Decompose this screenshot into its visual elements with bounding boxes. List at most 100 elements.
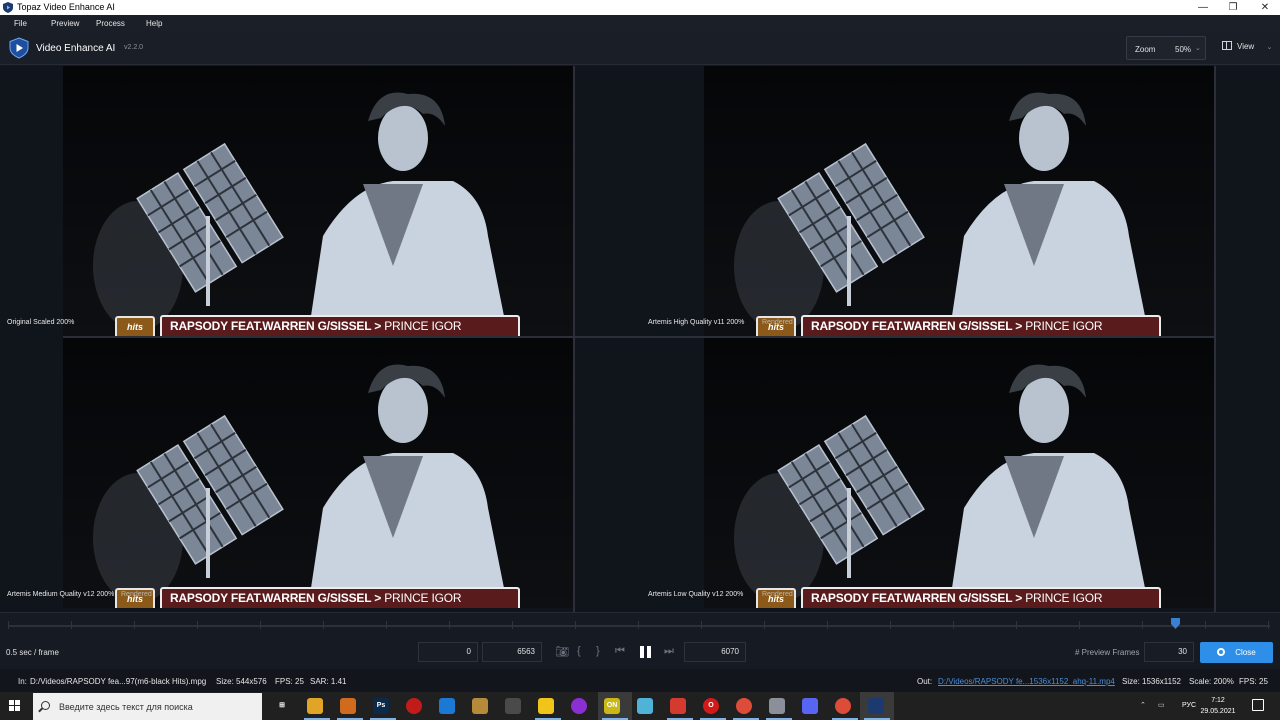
preview-panel[interactable]: hits RAPSODY FEAT.WARREN G/SISSEL > PRINC…: [63, 338, 573, 608]
step-back-icon[interactable]: ⏮︎: [615, 645, 625, 658]
panel-divider: [573, 66, 575, 612]
banner-song: PRINCE IGOR: [384, 319, 462, 333]
channel-badge: hits: [115, 316, 155, 336]
menu-file[interactable]: File: [14, 19, 27, 28]
windows-start-icon[interactable]: [9, 700, 21, 712]
task-view-icon[interactable]: ⊞: [274, 698, 290, 714]
zoom-select[interactable]: Zoom 50% ⌄: [1126, 36, 1206, 60]
panel-label: Artemis Low Quality v12 200%: [648, 591, 744, 598]
opera-icon[interactable]: O: [703, 698, 719, 714]
timeline[interactable]: [0, 612, 1280, 638]
menu-bar: File Preview Process Help: [0, 15, 1280, 31]
pause-button[interactable]: [640, 646, 651, 658]
panel-label: Original Scaled 200%: [7, 319, 75, 326]
rendered-tag: Rendered: [762, 319, 793, 326]
song-banner: RAPSODY FEAT.WARREN G/SISSEL > PRINCE IG…: [801, 587, 1161, 608]
timeline-tick: [1079, 621, 1080, 629]
timeline-tick: [764, 621, 765, 629]
video-frame: [704, 338, 1214, 608]
view-button[interactable]: View ⌄: [1222, 41, 1272, 51]
topaz-app-icon: [3, 2, 13, 13]
preview-area: hits RAPSODY FEAT.WARREN G/SISSEL > PRINC…: [0, 66, 1280, 612]
app-icon[interactable]: ON: [604, 698, 620, 714]
video-frame: [704, 66, 1214, 336]
timeline-tick: [260, 621, 261, 629]
network-icon[interactable]: ▭: [1158, 701, 1165, 709]
app-icon[interactable]: [637, 698, 653, 714]
tray-chevron-up-icon[interactable]: ⌃: [1140, 701, 1146, 709]
end-frame-field[interactable]: 6563: [482, 642, 542, 662]
language-indicator[interactable]: РУС: [1182, 702, 1196, 709]
preview-panel[interactable]: hits RAPSODY FEAT.WARREN G/SISSEL > PRINC…: [704, 338, 1214, 608]
menu-preview[interactable]: Preview: [51, 19, 79, 28]
app-icon[interactable]: [472, 698, 488, 714]
clock-time: 7:12: [1211, 697, 1225, 704]
recorder-icon[interactable]: [406, 698, 422, 714]
edge-icon[interactable]: [439, 698, 455, 714]
input-path: D:/Videos/RAPSODY fea...97(m6-black Hits…: [30, 677, 207, 686]
menu-help[interactable]: Help: [146, 19, 162, 28]
chrome-icon[interactable]: [736, 698, 752, 714]
app-name: Video Enhance AI: [36, 43, 116, 54]
media-player-icon[interactable]: [571, 698, 587, 714]
sticky-notes-icon[interactable]: [538, 698, 554, 714]
banner-artist: RAPSODY FEAT.WARREN G/SISSEL: [811, 319, 1016, 333]
search-placeholder: Введите здесь текст для поиска: [59, 702, 193, 712]
preview-frames-field[interactable]: 30: [1144, 642, 1194, 662]
calculator-icon[interactable]: [505, 698, 521, 714]
input-size: Size: 544x576: [216, 677, 267, 686]
banner-song: PRINCE IGOR: [1025, 591, 1103, 605]
song-banner: RAPSODY FEAT.WARREN G/SISSEL > PRINCE IG…: [160, 315, 520, 336]
preview-panel[interactable]: hits RAPSODY FEAT.WARREN G/SISSEL > PRINC…: [63, 66, 573, 336]
banner-song: PRINCE IGOR: [1025, 319, 1103, 333]
restore-button[interactable]: ❐: [1218, 0, 1248, 15]
banner-separator: >: [1015, 591, 1026, 605]
close-window-button[interactable]: ✕: [1250, 0, 1280, 15]
app-icon[interactable]: [769, 698, 785, 714]
topaz-taskbar-icon[interactable]: [868, 698, 884, 714]
step-forward-icon[interactable]: ⏭︎: [664, 645, 674, 658]
output-fps: FPS: 25: [1239, 677, 1268, 686]
taskbar-search-input[interactable]: Введите здесь текст для поиска: [33, 693, 262, 720]
chrome-icon[interactable]: [835, 698, 851, 714]
app-icon[interactable]: [670, 698, 686, 714]
start-frame-field[interactable]: 0: [418, 642, 478, 662]
file-info-bar: In: D:/Videos/RAPSODY fea...97(m6-black …: [0, 669, 1280, 692]
chevron-down-icon: ⌄: [1195, 45, 1201, 52]
taskbar-clock[interactable]: 7:12 29.05.2021: [1200, 695, 1236, 717]
timeline-tick: [512, 621, 513, 629]
speed-readout: 0.5 sec / frame: [6, 648, 59, 657]
mark-out-icon[interactable]: }: [596, 645, 600, 657]
preview-panel[interactable]: hits RAPSODY FEAT.WARREN G/SISSEL > PRINC…: [704, 66, 1214, 336]
output-path-link[interactable]: D:/Videos/RAPSODY fe...1536x1152_ahq-11.…: [938, 677, 1115, 686]
timeline-tick: [197, 621, 198, 629]
banner-separator: >: [1015, 319, 1026, 333]
menu-process[interactable]: Process: [96, 19, 125, 28]
song-banner: RAPSODY FEAT.WARREN G/SISSEL > PRINCE IG…: [801, 315, 1161, 336]
input-fps: FPS: 25: [275, 677, 304, 686]
video-frame: [63, 338, 573, 608]
file-explorer-icon[interactable]: [307, 698, 323, 714]
mark-in-icon[interactable]: {: [577, 645, 581, 657]
window-titlebar: Topaz Video Enhance AI — ❐ ✕: [0, 0, 1280, 15]
input-label: In:: [18, 677, 27, 686]
close-preview-button[interactable]: Close: [1200, 642, 1273, 663]
app-icon[interactable]: [340, 698, 356, 714]
discord-icon[interactable]: [802, 698, 818, 714]
output-scale: Scale: 200%: [1189, 677, 1234, 686]
minimize-button[interactable]: —: [1188, 0, 1218, 15]
photoshop-icon[interactable]: Ps: [373, 698, 389, 714]
close-label: Close: [1235, 648, 1256, 657]
timeline-tick: [8, 621, 9, 629]
timeline-tick: [386, 621, 387, 629]
current-frame-field[interactable]: 6070: [684, 642, 746, 662]
timeline-tick: [575, 621, 576, 629]
camera-icon[interactable]: 📷︎: [555, 645, 569, 658]
timeline-tick: [890, 621, 891, 629]
notifications-icon[interactable]: [1252, 699, 1264, 711]
banner-artist: RAPSODY FEAT.WARREN G/SISSEL: [170, 591, 375, 605]
window-title: Topaz Video Enhance AI: [17, 2, 115, 12]
app-header: Video Enhance AI v2.2.0 Zoom 50% ⌄ View …: [0, 31, 1280, 65]
output-size: Size: 1536x1152: [1122, 677, 1182, 686]
playhead-handle[interactable]: [1171, 618, 1181, 629]
